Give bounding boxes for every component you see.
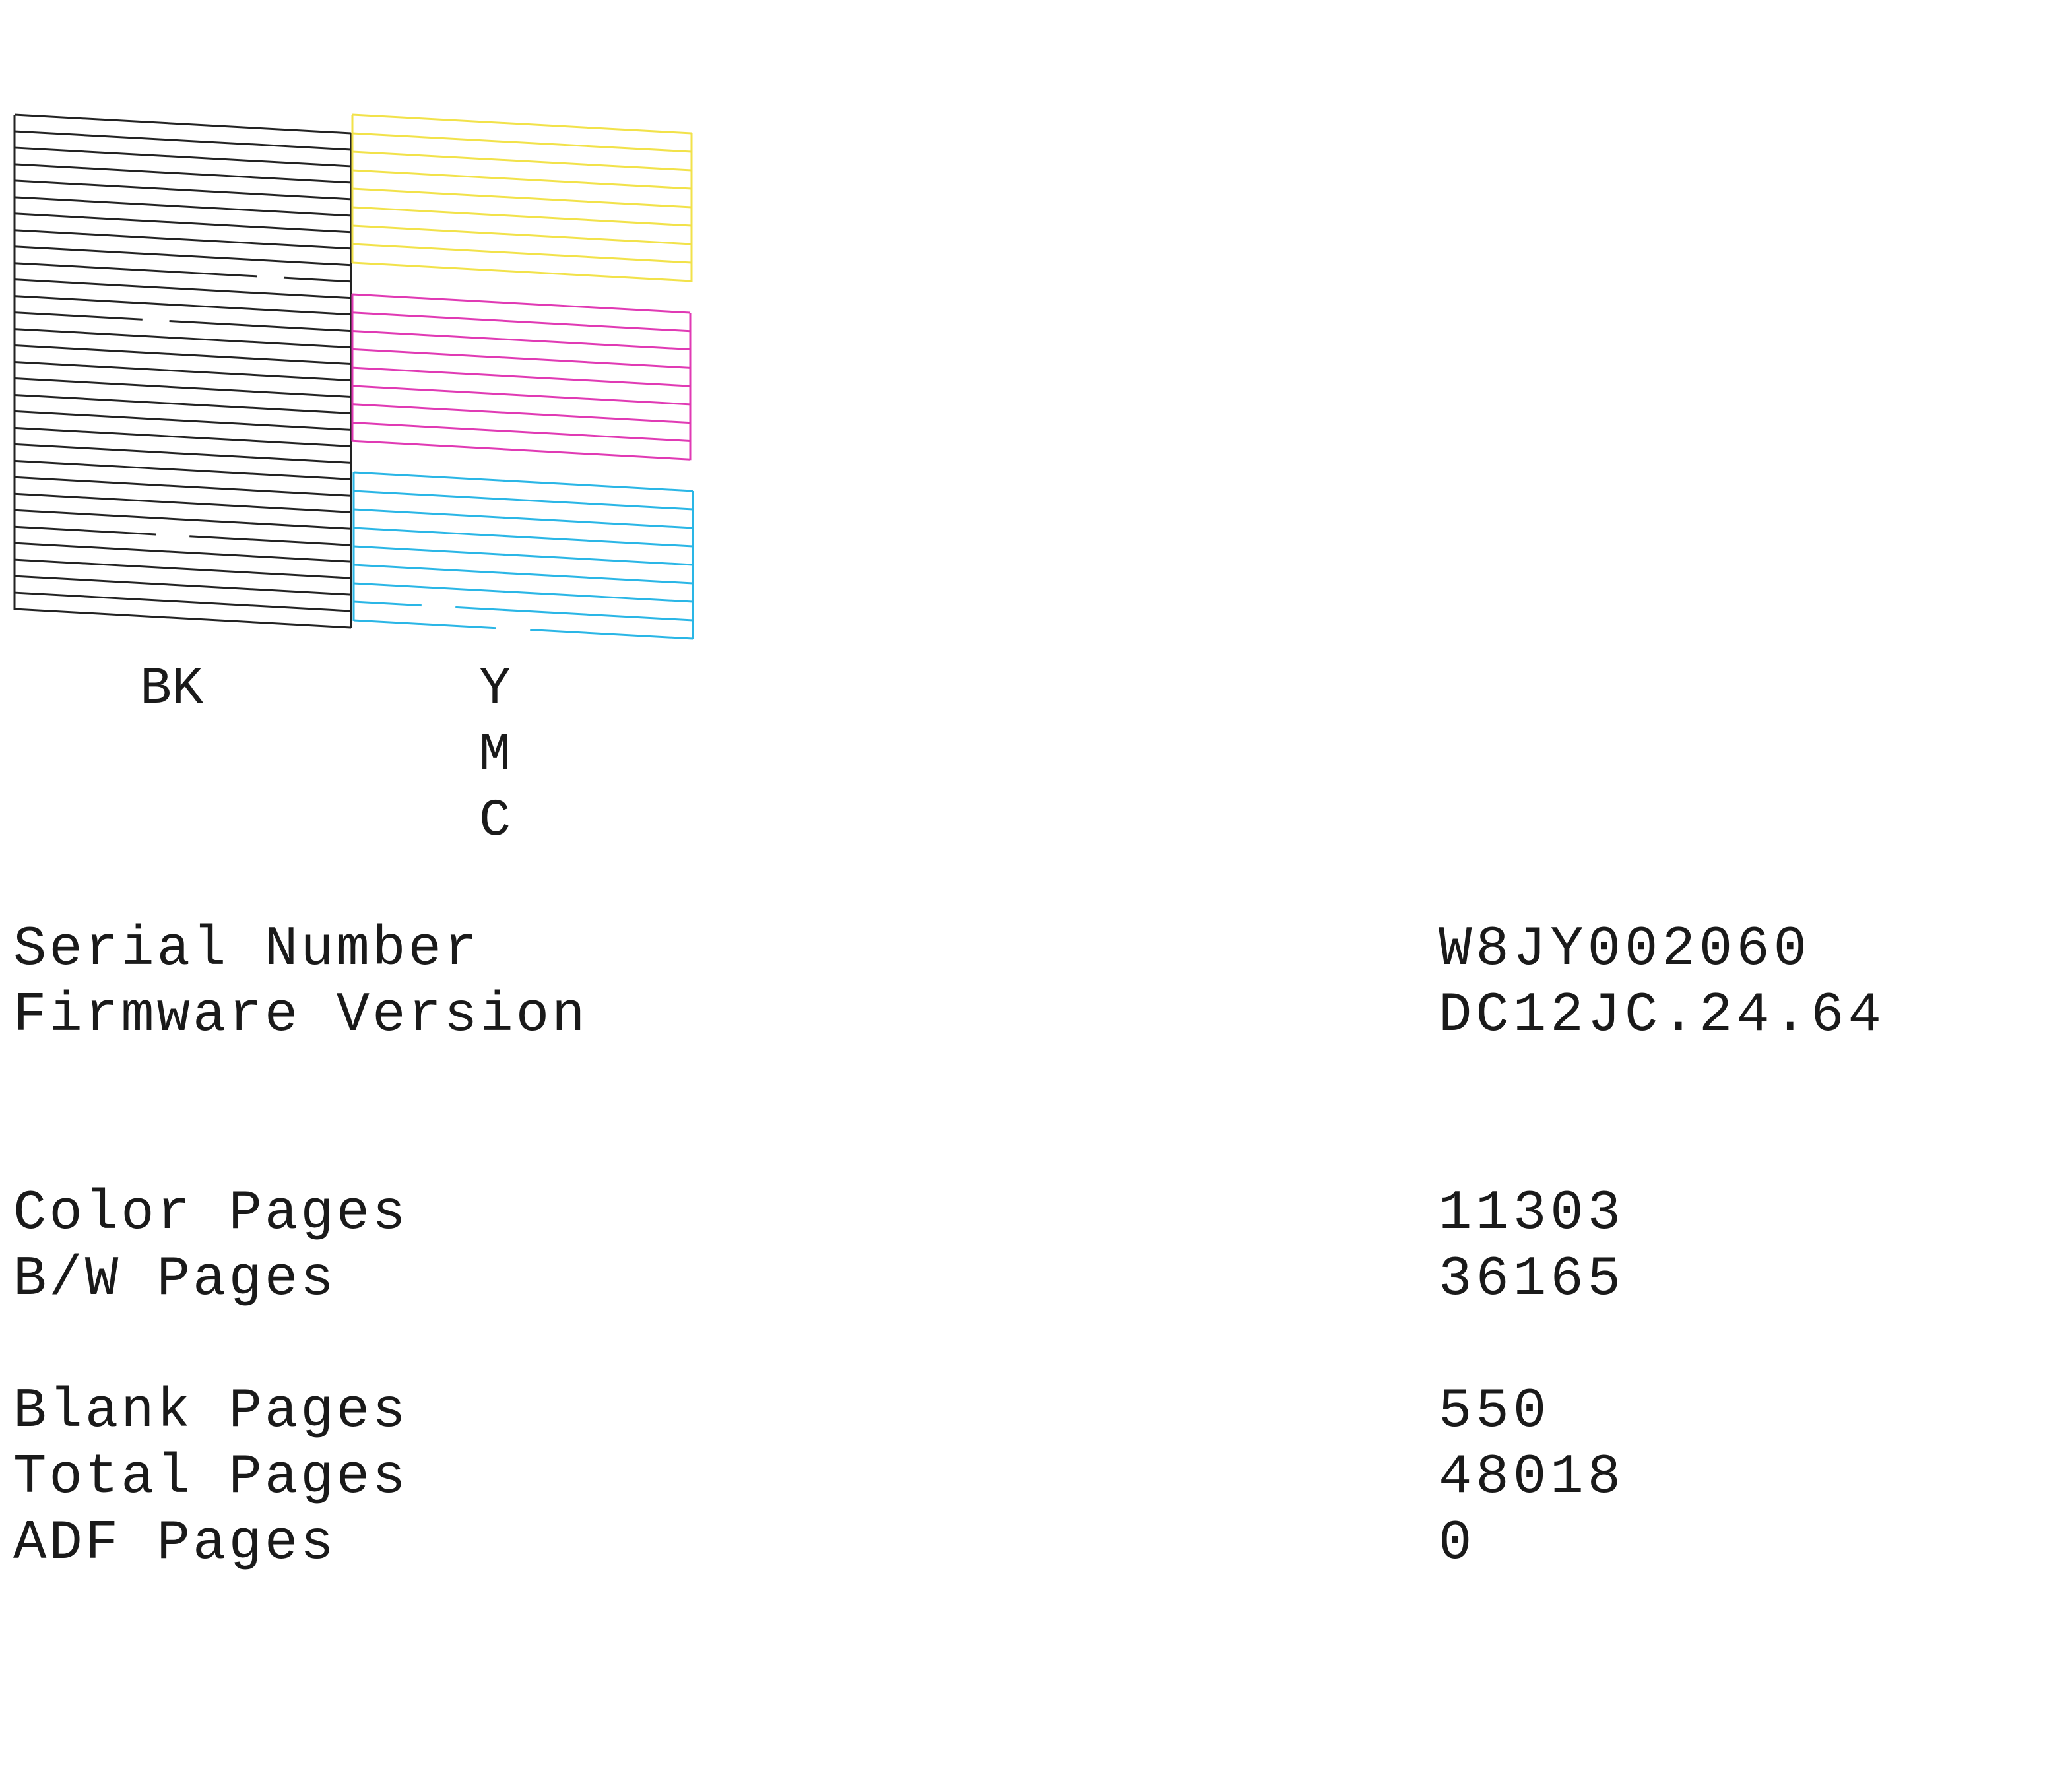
black-nozzle-line <box>14 443 352 464</box>
bw-pages-value: 36165 <box>1439 1248 1625 1311</box>
cyan-nozzle-line <box>353 527 694 548</box>
cyan-ink-label: C <box>479 791 511 851</box>
nozzle-check-pattern <box>13 113 694 640</box>
color-pages-label: Color Pages <box>13 1182 408 1245</box>
magenta-nozzle-line <box>352 366 691 387</box>
black-nozzle-line <box>14 476 352 497</box>
black-nozzle-line <box>14 179 352 201</box>
black-nozzle-line <box>14 410 352 431</box>
black-nozzle-line <box>189 535 352 546</box>
black-nozzle-line <box>14 393 352 414</box>
black-nozzle-line <box>14 311 143 321</box>
magenta-nozzle-line <box>352 403 691 424</box>
black-nozzle-line <box>14 558 352 579</box>
black-nozzle-line <box>14 542 352 563</box>
black-nozzle-line <box>14 212 352 234</box>
yellow-nozzle-line <box>352 187 692 209</box>
yellow-ink-label: Y <box>479 659 511 719</box>
magenta-ink-label: M <box>479 725 511 785</box>
magenta-nozzle-line <box>352 348 691 369</box>
firmware-version-label: Firmware Version <box>13 984 588 1047</box>
yellow-nozzle-line <box>352 224 692 245</box>
bw-pages-label: B/W Pages <box>13 1248 337 1311</box>
cyan-nozzle-line <box>353 471 694 492</box>
black-nozzle-line <box>14 361 352 382</box>
color-pages-value: 11303 <box>1439 1182 1625 1245</box>
cyan-nozzle-line <box>530 629 694 640</box>
yellow-nozzle-pattern <box>351 113 693 282</box>
yellow-nozzle-line <box>352 243 692 264</box>
magenta-nozzle-line <box>352 330 691 351</box>
blank-pages-row: Blank Pages 550 <box>13 1379 2059 1445</box>
adf-pages-value: 0 <box>1439 1512 1476 1575</box>
cyan-nozzle-line <box>353 564 694 585</box>
yellow-nozzle-line <box>352 206 692 227</box>
black-nozzle-line <box>14 262 257 278</box>
black-nozzle-line <box>14 591 352 612</box>
black-nozzle-line <box>14 344 352 366</box>
serial-number-value: W8JY002060 <box>1439 919 1811 981</box>
black-nozzle-line <box>169 319 352 333</box>
black-nozzle-line <box>14 575 352 596</box>
black-nozzle-line <box>14 377 352 398</box>
black-nozzle-line <box>14 459 352 480</box>
cyan-nozzle-line <box>455 606 694 622</box>
black-nozzle-line <box>14 295 352 316</box>
total-pages-label: Total Pages <box>13 1446 408 1509</box>
cyan-nozzle-line <box>353 619 496 629</box>
blank-pages-label: Blank Pages <box>13 1380 408 1443</box>
total-pages-value: 48018 <box>1439 1446 1625 1509</box>
black-nozzle-line <box>14 245 352 267</box>
magenta-nozzle-line <box>352 385 691 406</box>
black-nozzle-line <box>14 608 352 629</box>
magenta-nozzle-line <box>352 439 691 461</box>
yellow-nozzle-line <box>352 150 692 172</box>
black-nozzle-line <box>14 492 352 513</box>
blank-pages-value: 550 <box>1439 1380 1551 1443</box>
black-nozzle-line <box>14 328 352 349</box>
black-nozzle-line <box>14 509 352 530</box>
yellow-nozzle-line <box>352 132 692 153</box>
yellow-nozzle-line <box>352 169 692 190</box>
total-pages-row: Total Pages 48018 <box>13 1445 2059 1511</box>
printer-status-page: BK Y M C Serial Number W8JY002060 Firmwa… <box>0 0 2072 1656</box>
magenta-nozzle-pattern <box>351 293 692 461</box>
magenta-nozzle-line <box>352 293 691 314</box>
black-nozzle-line <box>14 146 352 168</box>
serial-number-label: Serial Number <box>13 919 480 981</box>
black-nozzle-line <box>14 130 352 151</box>
cyan-nozzle-line <box>353 490 694 511</box>
black-nozzle-line <box>14 426 352 447</box>
black-nozzle-line <box>14 278 352 300</box>
cyan-nozzle-line <box>353 600 422 607</box>
bw-pages-row: B/W Pages 36165 <box>13 1247 2059 1313</box>
color-pages-row: Color Pages 11303 <box>13 1181 2059 1247</box>
cyan-nozzle-line <box>353 582 694 603</box>
cyan-nozzle-line <box>353 545 694 566</box>
cyan-nozzle-pattern <box>352 471 694 640</box>
black-nozzle-line <box>14 113 352 135</box>
yellow-nozzle-line <box>352 261 692 282</box>
black-nozzle-line <box>283 276 352 283</box>
black-nozzle-line <box>14 525 156 536</box>
black-nozzle-line <box>14 196 352 217</box>
cyan-nozzle-line <box>353 508 694 529</box>
adf-pages-row: ADF Pages 0 <box>13 1511 2059 1577</box>
black-ink-label: BK <box>140 659 204 719</box>
black-nozzle-line <box>14 229 352 250</box>
firmware-version-value: DC12JC.24.64 <box>1439 984 1885 1047</box>
firmware-version-row: Firmware Version DC12JC.24.64 <box>13 983 2059 1049</box>
black-nozzle-pattern <box>13 113 352 629</box>
adf-pages-label: ADF Pages <box>13 1512 337 1575</box>
yellow-nozzle-line <box>352 113 692 135</box>
serial-number-row: Serial Number W8JY002060 <box>13 917 2059 983</box>
magenta-nozzle-line <box>352 421 691 442</box>
magenta-nozzle-line <box>352 311 691 333</box>
black-nozzle-line <box>14 163 352 184</box>
